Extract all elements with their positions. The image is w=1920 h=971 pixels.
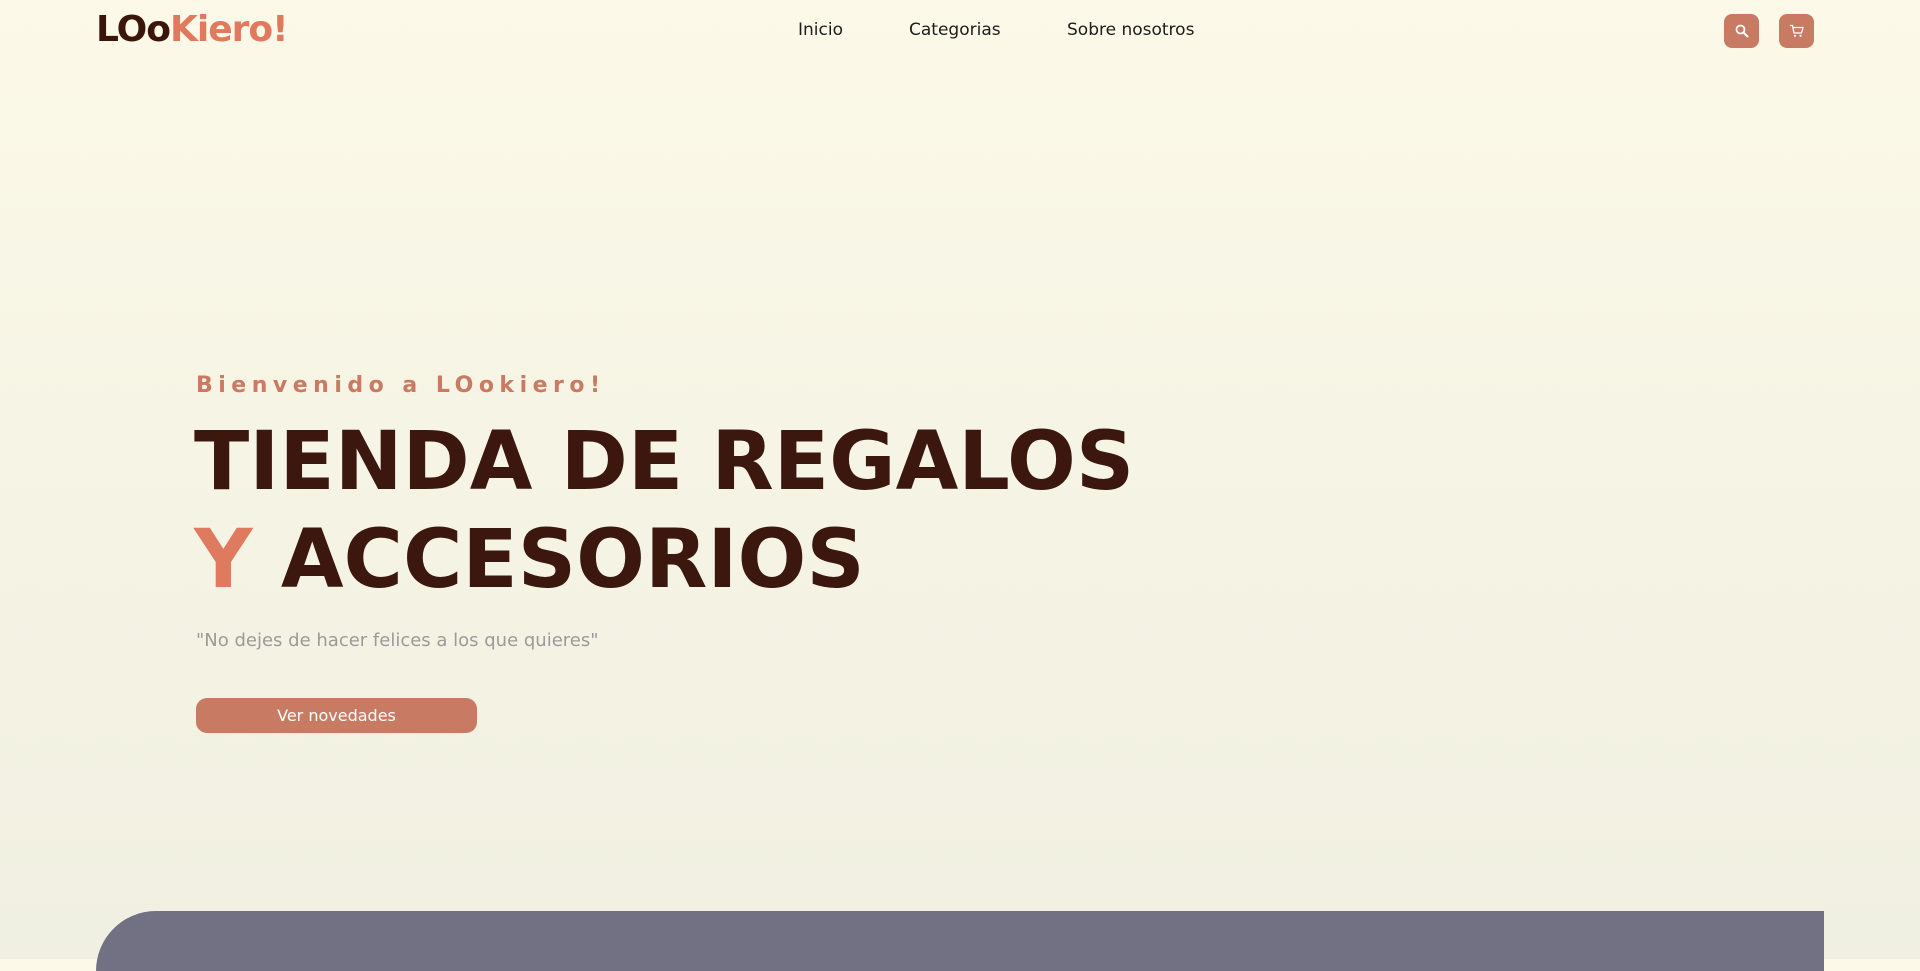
- hero-title-line-2: Y ACCESORIOS: [194, 511, 1134, 609]
- ver-novedades-button[interactable]: Ver novedades: [196, 698, 477, 733]
- hero-quote: "No dejes de hacer felices a los que qui…: [196, 630, 599, 651]
- nav-link-categorias[interactable]: Categorias: [909, 18, 1001, 42]
- hero-kicker: Bienvenido a LOokiero!: [196, 373, 606, 398]
- search-button[interactable]: [1724, 14, 1759, 48]
- hero-title: TIENDA DE REGALOS Y ACCESORIOS: [194, 413, 1134, 609]
- hero-title-line-1: TIENDA DE REGALOS: [194, 415, 1135, 509]
- nav-link-inicio[interactable]: Inicio: [798, 18, 843, 42]
- main-nav: Inicio Categorias Sobre nosotros: [0, 18, 1920, 42]
- cart-icon: [1789, 23, 1805, 39]
- nav-link-sobre-nosotros[interactable]: Sobre nosotros: [1067, 18, 1194, 42]
- featured-panel: [96, 911, 1824, 971]
- site-header: LOoKiero! Inicio Categorias Sobre nosotr…: [0, 0, 1920, 62]
- search-icon: [1734, 23, 1750, 39]
- hero-title-line-2-rest: ACCESORIOS: [280, 513, 865, 607]
- hero-title-accent: Y: [194, 513, 253, 607]
- cart-button[interactable]: [1779, 14, 1814, 48]
